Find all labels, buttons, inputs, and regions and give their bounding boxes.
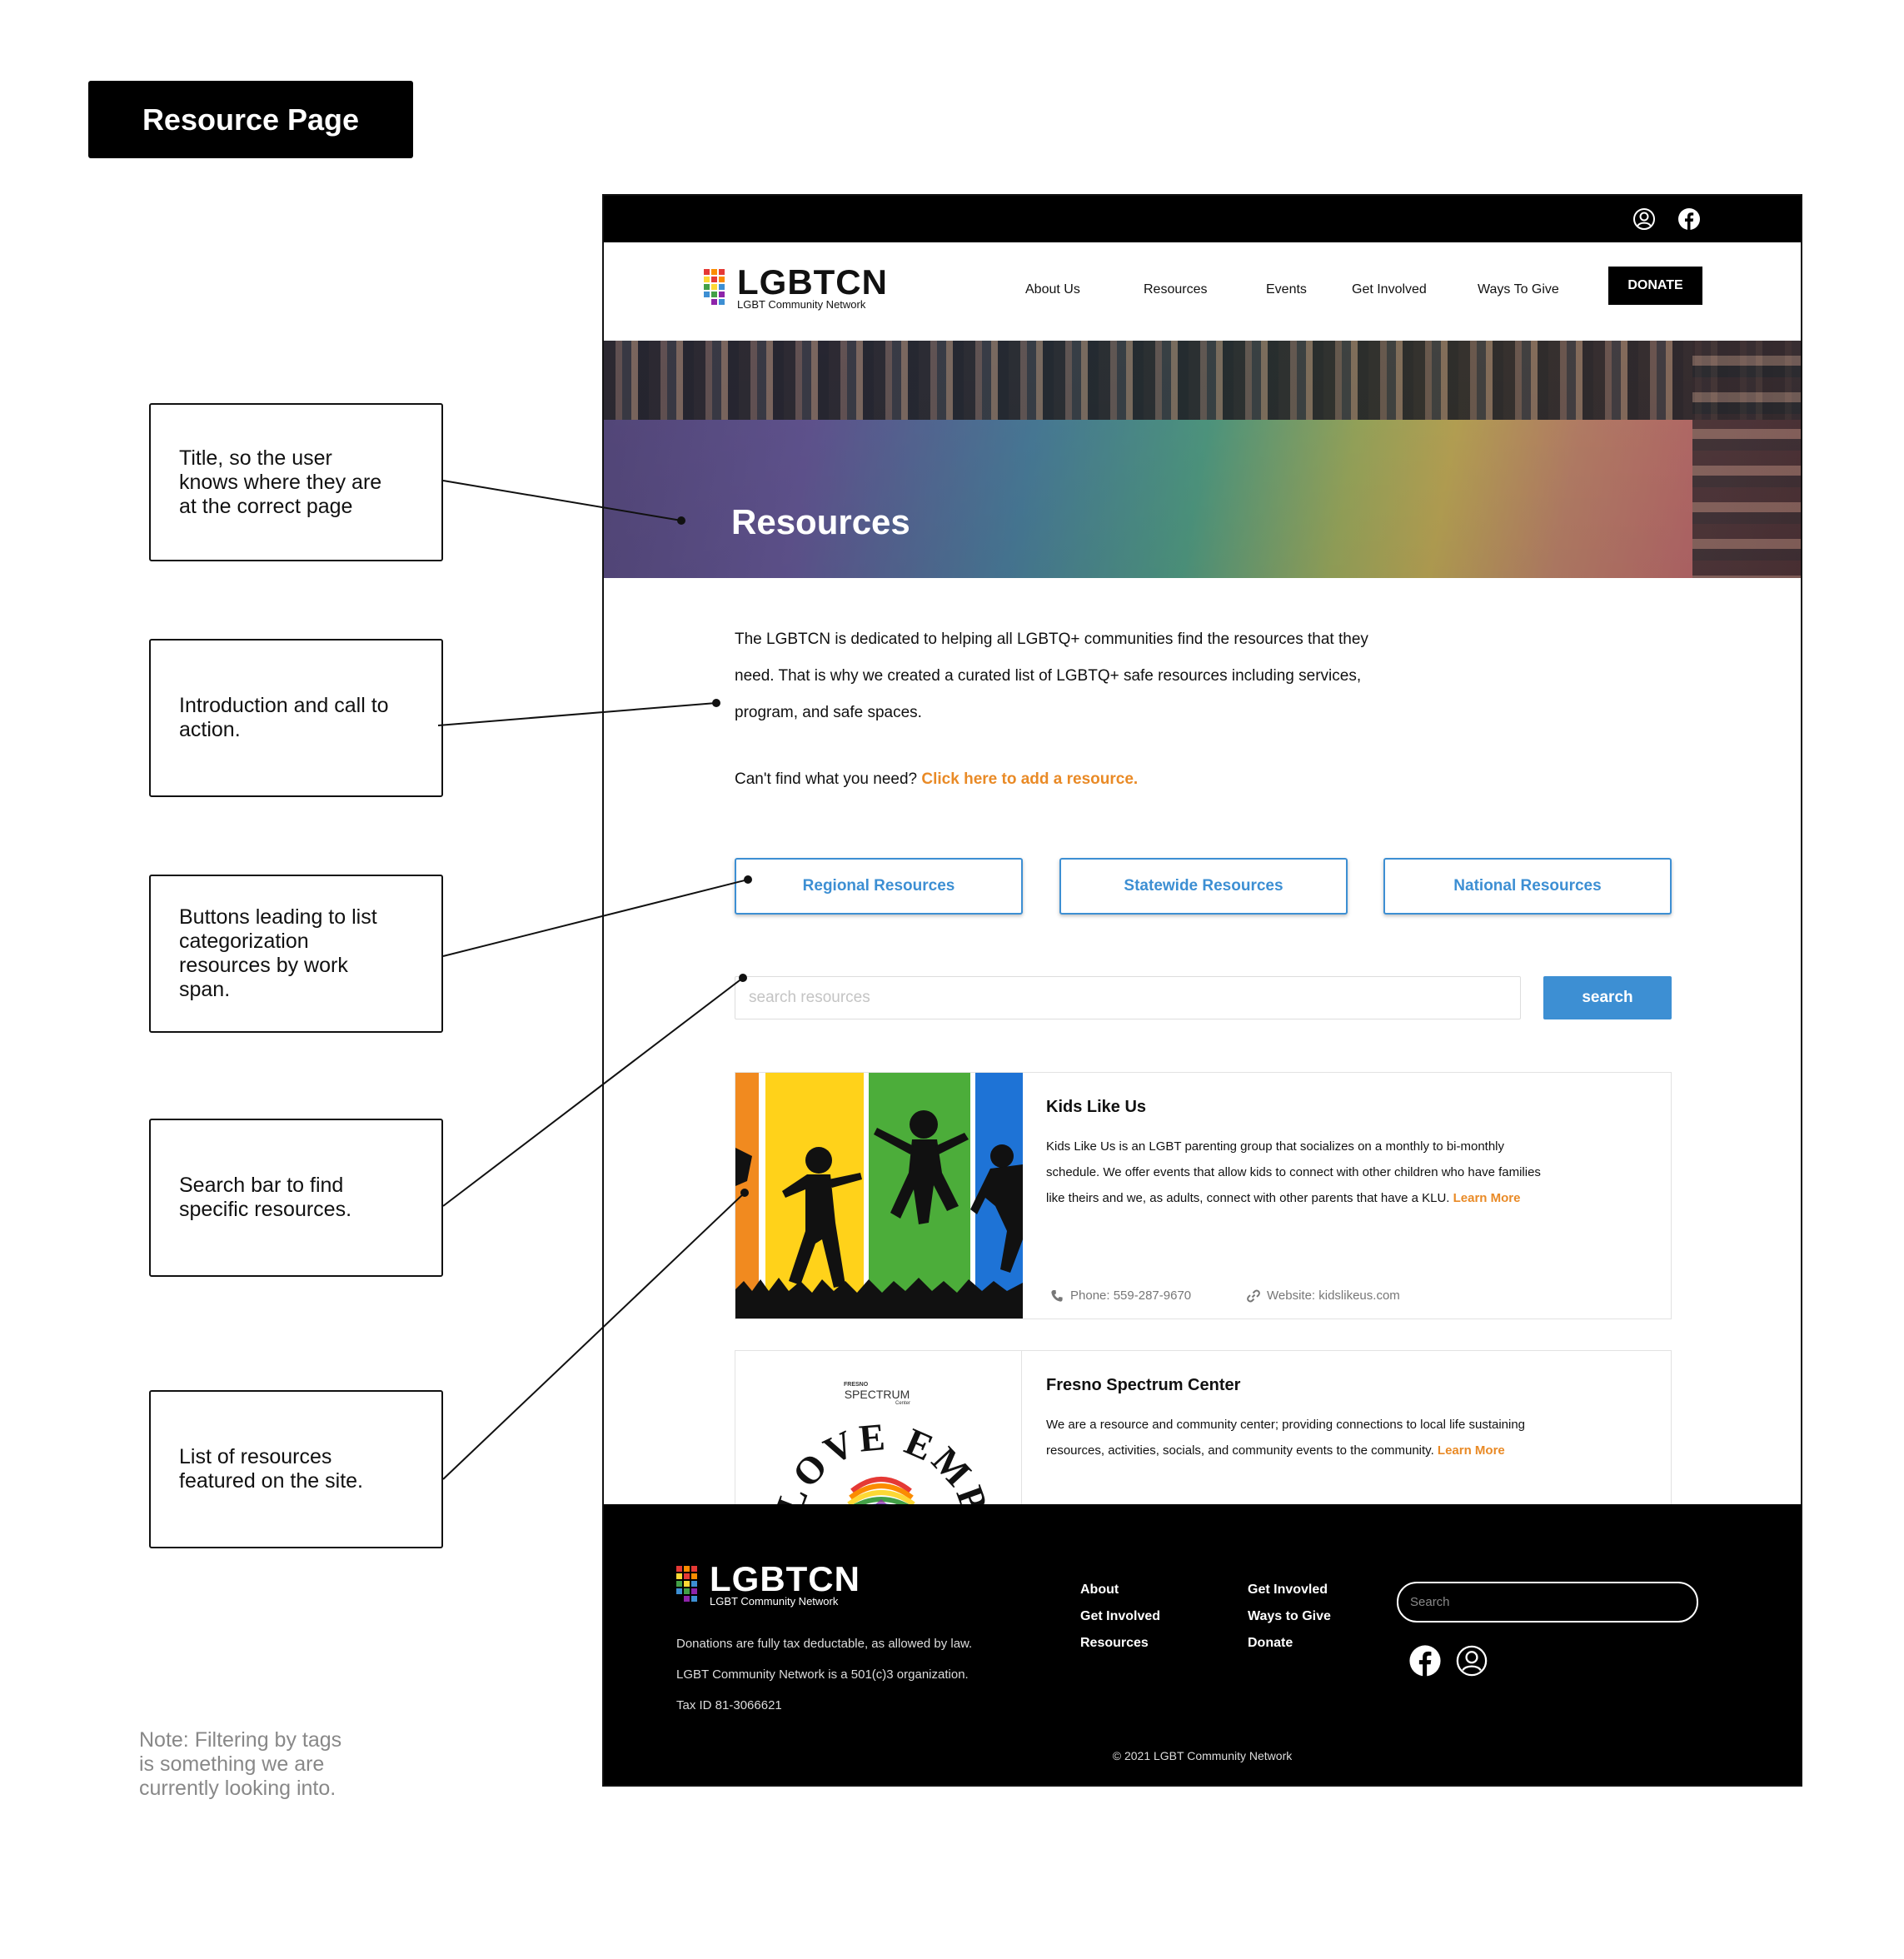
fresno-spectrum-logo: FRESNO SPECTRUM Center LOVE EMPO [735,1351,1021,1516]
resource-website[interactable]: Website: kidslikeus.com [1247,1289,1400,1303]
footer-link-get-invovled[interactable]: Get Invovled [1248,1583,1328,1598]
annotation-buttons: Buttons leading to list categorization r… [149,875,443,1033]
top-utility-bar [604,196,1801,242]
link-icon [1247,1289,1260,1302]
annotation-intro: Introduction and call to action. [149,639,443,797]
nav-get-involved[interactable]: Get Involved [1352,282,1427,297]
annotation-list: List of resources featured on the site. [149,1390,443,1548]
search-input[interactable] [735,976,1521,1019]
logo-tagline: LGBT Community Network [710,1595,839,1608]
kids-like-us-image [735,1073,1023,1318]
annotation-text: Search bar to find specific resources. [179,1174,352,1221]
hero-banner: Resources [604,341,1801,578]
resource-phone-text: Phone: 559-287-9670 [1070,1289,1192,1303]
annotation-search: Search bar to find specific resources. [149,1119,443,1277]
phone-icon [1051,1289,1063,1302]
learn-more-link[interactable]: Learn More [1438,1443,1505,1458]
intro-text: The LGBTCN is dedicated to helping all L… [735,631,1368,721]
search-button[interactable]: search [1543,976,1672,1019]
resource-card: Kids Like Us Kids Like Us is an LGBT par… [735,1072,1672,1319]
annotation-title: Title, so the user knows where they are … [149,403,443,561]
filter-note: Note: Filtering by tags is something we … [139,1728,342,1800]
footer-link-get-involved[interactable]: Get Involved [1080,1609,1160,1624]
footer-tax-id: Tax ID 81-3066621 [676,1698,782,1712]
annotation-text: Title, so the user knows where they are … [179,446,382,518]
footer-tax-note: Donations are fully tax deductable, as a… [676,1637,973,1651]
footer-link-resources[interactable]: Resources [1080,1636,1149,1651]
national-resources-button[interactable]: National Resources [1383,858,1672,915]
logo-wordmark: LGBTCN [710,1559,860,1598]
resource-phone[interactable]: Phone: 559-287-9670 [1050,1289,1191,1303]
page-title: Resources [731,502,910,541]
regional-resources-button[interactable]: Regional Resources [735,858,1023,915]
footer-link-about[interactable]: About [1080,1583,1119,1598]
cta-text: Can't find what you need? [735,770,918,788]
footer-search-input[interactable] [1397,1582,1698,1623]
resource-description: Kids Like Us is an LGBT parenting group … [1046,1134,1546,1211]
nav-ways-to-give[interactable]: Ways To Give [1478,282,1559,297]
annotation-text: List of resources featured on the site. [179,1445,363,1493]
annotation-text: Introduction and call to action. [179,694,389,741]
resource-card: FRESNO SPECTRUM Center LOVE EMPO [735,1350,1672,1517]
page-label-badge: Resource Page [88,81,413,158]
annotation-text: Buttons leading to list categorization r… [179,905,377,1001]
statewide-resources-button[interactable]: Statewide Resources [1059,858,1348,915]
add-resource-link[interactable]: Click here to add a resource. [921,770,1138,788]
resource-description: We are a resource and community center; … [1046,1412,1546,1463]
donate-button[interactable]: DONATE [1608,267,1702,305]
site-footer: LGBTCN LGBT Community Network Donations … [604,1504,1801,1785]
footer-org-note: LGBT Community Network is a 501(c)3 orga… [676,1667,969,1682]
learn-more-link[interactable]: Learn More [1453,1191,1521,1205]
footer-link-ways-to-give[interactable]: Ways to Give [1248,1609,1331,1624]
facebook-icon[interactable] [1677,207,1701,231]
nav-about-us[interactable]: About Us [1025,282,1080,297]
facebook-icon[interactable] [1408,1644,1442,1677]
main-navigation: LGBTCN LGBT Community Network About Us R… [604,242,1801,341]
footer-copyright: © 2021 LGBT Community Network [1112,1749,1293,1762]
resource-website-text: Website: kidslikeus.com [1267,1289,1400,1303]
website-mockup: LGBTCN LGBT Community Network About Us R… [602,194,1802,1787]
logo-mark-icon [676,1566,705,1602]
nav-events[interactable]: Events [1266,282,1307,297]
resource-title: Kids Like Us [1046,1098,1147,1116]
footer-link-donate[interactable]: Donate [1248,1636,1293,1651]
footer-logo[interactable]: LGBTCN LGBT Community Network [676,1559,860,1608]
add-resource-cta: Can't find what you need? Click here to … [735,770,1138,789]
user-icon[interactable] [1632,207,1656,231]
resource-title: Fresno Spectrum Center [1046,1376,1241,1394]
user-icon[interactable] [1455,1644,1488,1677]
nav-resources[interactable]: Resources [1144,282,1207,297]
